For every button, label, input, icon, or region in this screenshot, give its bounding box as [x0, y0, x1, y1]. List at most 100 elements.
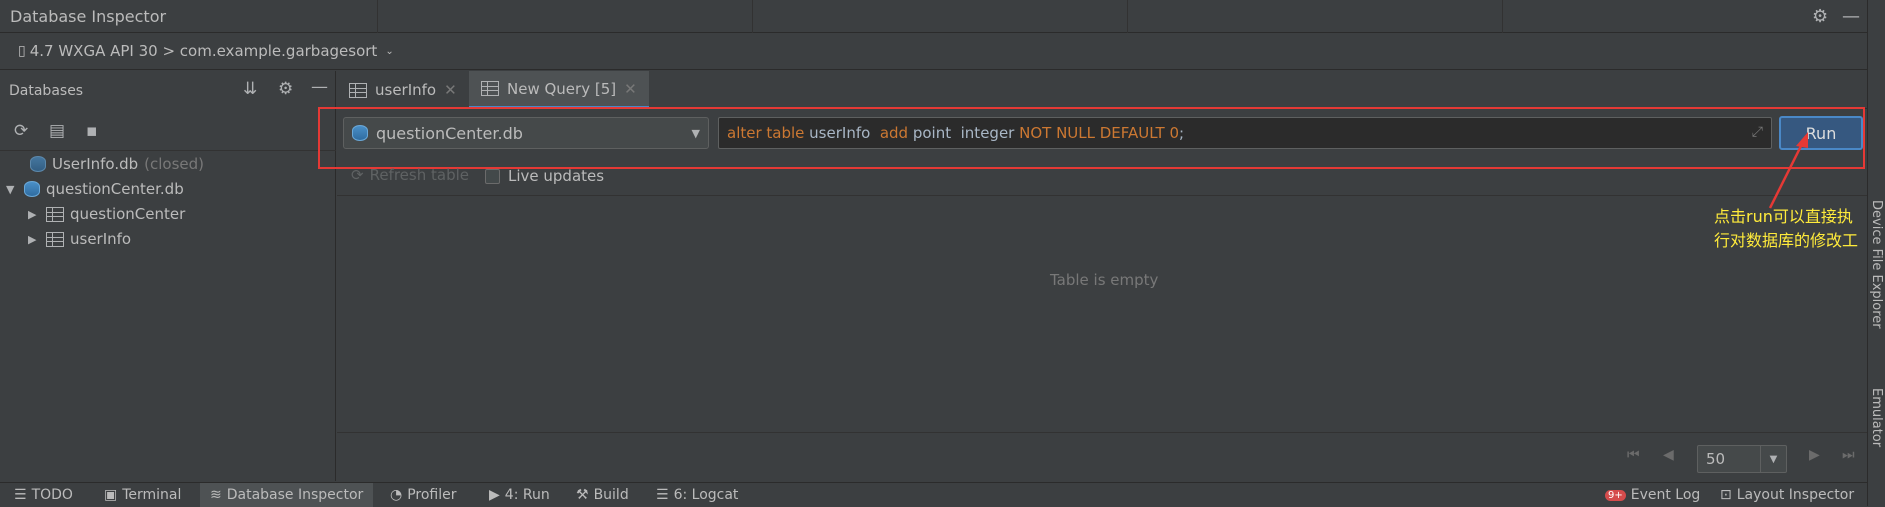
tree-item-label: questionCenter.db [46, 180, 184, 198]
device-selector-bar: ▯ 4.7 WXGA API 30 > com.example.garbages… [0, 34, 1867, 70]
database-select[interactable]: questionCenter.db ▼ [343, 117, 709, 149]
database-icon [24, 181, 40, 197]
tree-item-label: UserInfo.db [52, 155, 139, 173]
build-label: Build [593, 487, 629, 503]
window-titlebar: Database Inspector ⚙ — [0, 0, 1867, 33]
gear-icon[interactable]: ⚙ [278, 79, 293, 99]
device-selector[interactable]: ▯ 4.7 WXGA API 30 > com.example.garbages… [18, 42, 394, 60]
refresh-icon: ⟳ [351, 166, 364, 184]
sql-token: add [875, 124, 909, 142]
next-page-icon[interactable]: ▶ [1809, 447, 1820, 463]
closed-badge: (closed) [144, 155, 205, 173]
minimize-icon[interactable]: — [311, 77, 328, 97]
table-controls: ⟳ Refresh table Live updates [337, 160, 1867, 196]
layout-inspector-label: Layout Inspector [1736, 487, 1855, 503]
tree-item-userinfo-db[interactable]: UserInfo.db (closed) [30, 155, 204, 173]
databases-panel: Databases ⇊ ⚙ — ⟳ ▤ ▪ UserInfo.db (close… [0, 71, 336, 481]
phone-icon: ▯ [18, 43, 26, 59]
tree-item-label: questionCenter [70, 205, 186, 223]
chevron-down-icon: ▼ [691, 126, 700, 140]
gear-icon[interactable]: ⚙ [1812, 6, 1828, 27]
device-file-explorer-tab[interactable]: Device File Explorer [1869, 200, 1884, 329]
profiler-tab[interactable]: ◔ Profiler [390, 487, 457, 503]
sql-token: 0 [1164, 124, 1180, 142]
window-title: Database Inspector [10, 7, 167, 26]
table-icon [46, 206, 64, 222]
terminal-label: Terminal [122, 487, 182, 503]
build-tab[interactable]: ⚒ Build [576, 487, 629, 503]
databases-header: Databases [9, 83, 84, 99]
list-icon: ☰ [656, 487, 669, 503]
close-icon[interactable]: ✕ [444, 81, 457, 99]
emulator-tab[interactable]: Emulator [1869, 388, 1884, 447]
table-icon [349, 82, 367, 98]
tab-userinfo[interactable]: userInfo ✕ [337, 71, 469, 109]
terminal-tab[interactable]: ▣ Terminal [104, 487, 181, 503]
run-tab[interactable]: ▶ 4: Run [489, 487, 550, 503]
titlebar-divider [377, 0, 378, 33]
todo-tab[interactable]: ☰ TODO [14, 487, 73, 503]
chevron-down-icon: ⌄ [385, 45, 394, 57]
checkbox-box [485, 168, 500, 184]
event-log-tab[interactable]: 9+ Event Log [1605, 487, 1700, 503]
logcat-tab[interactable]: ☰ 6: Logcat [656, 487, 738, 503]
terminal-icon: ▣ [104, 487, 118, 503]
tree-item-questioncenter-table[interactable]: ▶ questionCenter [28, 205, 185, 223]
run-label: 4: Run [504, 487, 550, 503]
sql-token: NOT NULL DEFAULT [1019, 124, 1165, 142]
device-label: 4.7 WXGA API 30 > com.example.garbagesor… [29, 42, 378, 60]
close-icon[interactable]: ✕ [624, 80, 637, 98]
event-count-badge: 9+ [1605, 489, 1626, 501]
layout-inspector-tab[interactable]: ⊡ Layout Inspector [1720, 487, 1854, 503]
todo-label: TODO [31, 487, 73, 503]
page-size-select[interactable]: 50 ▼ [1697, 445, 1787, 473]
tab-label: New Query [5] [507, 79, 617, 98]
layout-inspector-icon: ⊡ [1720, 487, 1732, 503]
list-icon: ☰ [14, 487, 27, 503]
database-closed-icon [30, 156, 46, 172]
sql-token: ; [1179, 124, 1185, 142]
editor-tabs: userInfo ✕ New Query [5] ✕ [337, 71, 1867, 109]
last-page-icon[interactable]: ⏭ [1842, 447, 1855, 463]
tab-label: userInfo [375, 81, 437, 99]
titlebar-divider [1502, 0, 1503, 33]
tree-item-questioncenter-db[interactable]: ▼ questionCenter.db [6, 180, 184, 198]
titlebar-divider [1127, 0, 1128, 33]
tree-item-userinfo-table[interactable]: ▶ userInfo [28, 230, 131, 248]
refresh-icon[interactable]: ⟳ [14, 121, 28, 141]
first-page-icon[interactable]: ⏮ [1627, 447, 1640, 463]
database-inspector-tab[interactable]: ≋ Database Inspector [200, 483, 374, 507]
logcat-label: 6: Logcat [673, 487, 739, 503]
export-schema-icon[interactable]: ▤ [49, 121, 65, 141]
right-tool-strip: Device File Explorer Emulator [1867, 0, 1885, 506]
live-updates-checkbox[interactable]: Live updates [485, 167, 604, 185]
refresh-table-button[interactable]: ⟳ Refresh table [351, 166, 469, 184]
chevron-down-icon: ▼ [1760, 446, 1786, 472]
collapse-all-icon[interactable]: ⇊ [243, 79, 257, 99]
tab-new-query[interactable]: New Query [5] ✕ [469, 71, 649, 109]
expand-arrow-icon[interactable]: ▶ [28, 208, 40, 221]
keep-connection-icon[interactable]: ▪ [86, 121, 98, 141]
sql-token: userInfo [804, 124, 876, 142]
page-size-value: 50 [1706, 450, 1726, 468]
refresh-label: Refresh table [369, 166, 469, 184]
sql-token: point integer [908, 124, 1020, 142]
table-icon [481, 81, 499, 96]
profiler-icon: ◔ [390, 487, 403, 503]
bottom-toolbar: ☰ TODO ▣ Terminal ≋ Database Inspector ◔ Pro… [0, 482, 1867, 507]
sql-input[interactable]: alter table userInfo add point integer N… [718, 117, 1772, 149]
sql-token: alter table [727, 124, 805, 142]
expand-arrow-icon[interactable]: ▶ [28, 233, 40, 246]
play-icon: ▶ [489, 487, 500, 503]
live-updates-label: Live updates [508, 167, 605, 185]
event-log-label: Event Log [1630, 487, 1701, 503]
pagination-bar: ⏮ ◀ 50 ▼ ▶ ⏭ [337, 432, 1867, 481]
profiler-label: Profiler [407, 487, 457, 503]
databases-toolbar: ⟳ ▤ ▪ [0, 111, 336, 151]
previous-page-icon[interactable]: ◀ [1663, 447, 1674, 463]
tree-item-label: userInfo [70, 230, 132, 248]
minimize-icon[interactable]: — [1842, 6, 1860, 27]
table-empty-message: Table is empty [1050, 271, 1159, 289]
hammer-icon: ⚒ [576, 487, 589, 503]
expand-arrow-icon[interactable]: ▼ [6, 183, 18, 196]
